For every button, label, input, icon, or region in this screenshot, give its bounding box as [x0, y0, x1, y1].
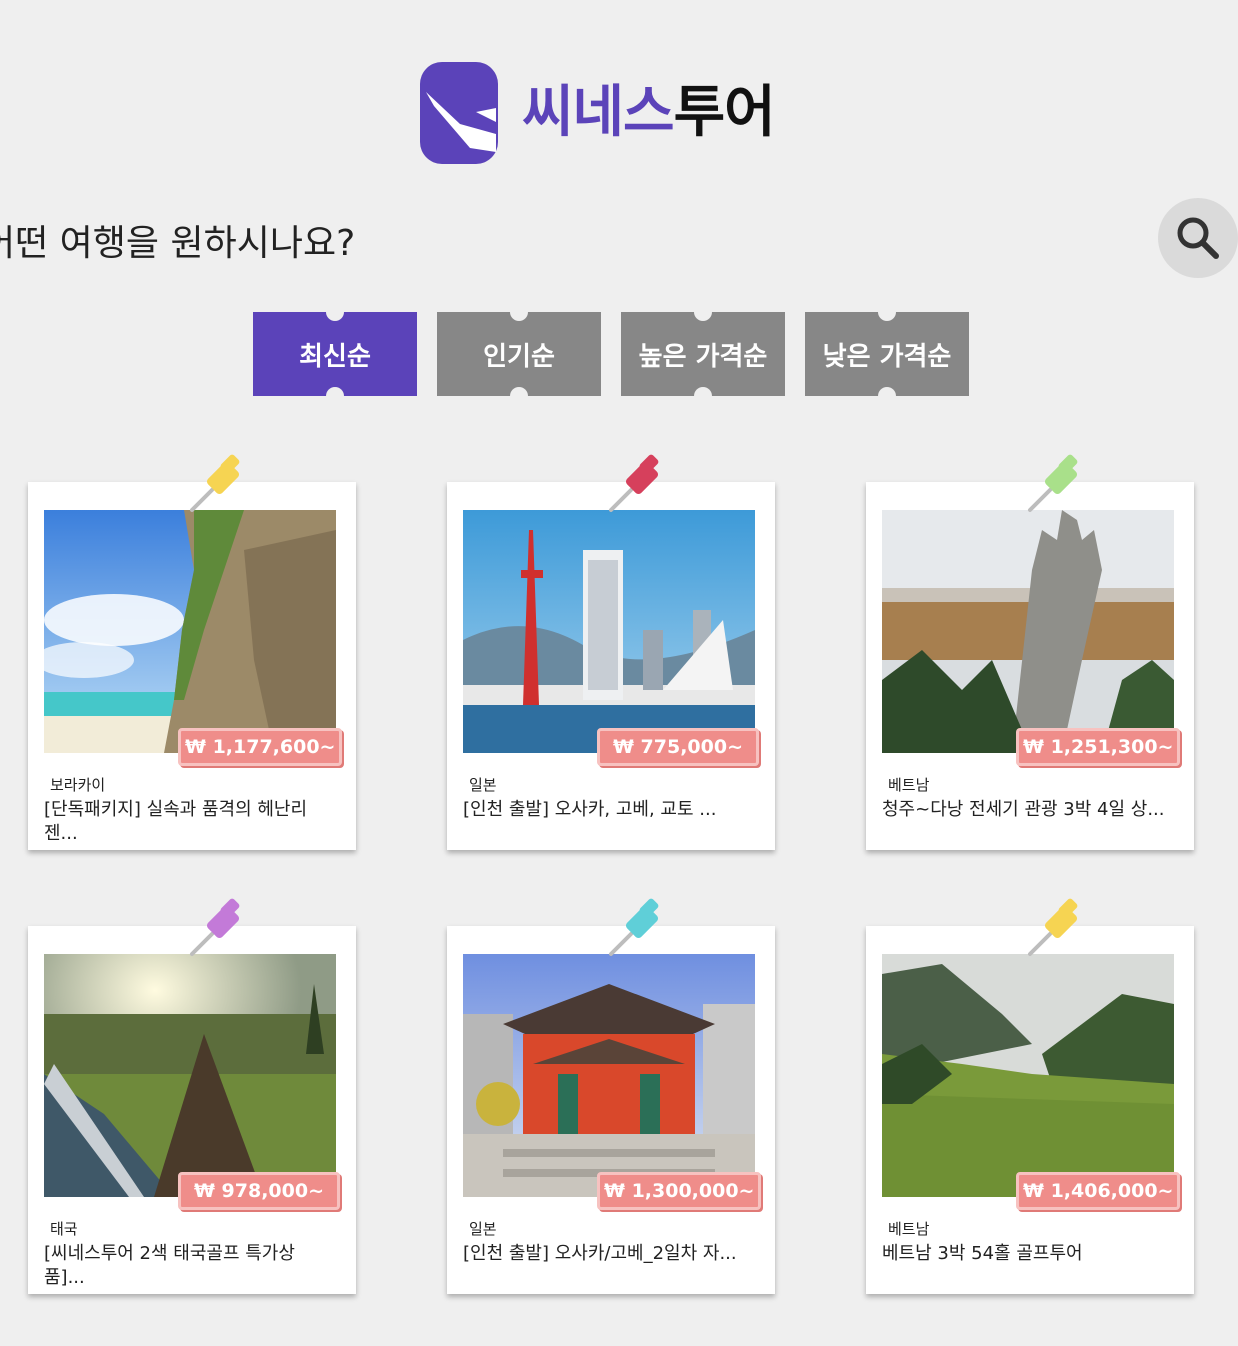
product-image: [882, 510, 1174, 753]
search-prompt[interactable]: 어떤 여행을 원하시나요?: [0, 214, 355, 266]
product-title[interactable]: [단독패키지] 실속과 품격의 헤난리 젠...: [44, 798, 334, 846]
product-image: [44, 510, 336, 753]
product-image: [882, 954, 1174, 1197]
price-tag: ₩ 1,177,600~: [178, 728, 343, 766]
page: 씨네스투어 어떤 여행을 원하시나요? 최신순 인기순 높은 가격순 낮은 가격…: [0, 0, 1238, 1346]
pushpin-icon: [1028, 898, 1078, 956]
product-card[interactable]: ₩ 978,000~ 태국 [씨네스투어 2색 태국골프 특가상 품]...: [28, 898, 356, 1294]
product-image: [463, 510, 755, 753]
price-tag: ₩ 775,000~: [597, 728, 759, 766]
product-title[interactable]: [인천 출발] 오사카, 고베, 교토 ...: [463, 798, 753, 846]
price-tag: ₩ 1,300,000~: [597, 1172, 762, 1210]
product-region: 태국: [50, 1220, 78, 1238]
product-card[interactable]: ₩ 1,300,000~ 일본 [인천 출발] 오사카/고베_2일차 자...: [447, 898, 775, 1294]
product-title[interactable]: [씨네스투어 2색 태국골프 특가상 품]...: [44, 1242, 334, 1290]
price-tag: ₩ 1,406,000~: [1016, 1172, 1181, 1210]
product-title[interactable]: 청주~다낭 전세기 관광 3박 4일 상...: [882, 798, 1172, 846]
brand-name-dark: 투어: [673, 80, 776, 145]
price-tag: ₩ 1,251,300~: [1016, 728, 1181, 766]
brand-name-accent: 씨네스: [522, 80, 675, 145]
tab-price-high[interactable]: 높은 가격순: [621, 303, 785, 405]
product-region: 일본: [469, 1220, 497, 1238]
airplane-logo-icon: [420, 62, 498, 164]
pushpin-icon: [609, 898, 659, 956]
search-button[interactable]: [1158, 198, 1238, 278]
product-image: [44, 954, 336, 1197]
pushpin-icon: [190, 898, 240, 956]
pushpin-icon: [1028, 454, 1078, 512]
tab-latest[interactable]: 최신순: [253, 303, 417, 405]
product-region: 베트남: [888, 776, 930, 794]
product-region: 일본: [469, 776, 497, 794]
product-title[interactable]: [인천 출발] 오사카/고베_2일차 자...: [463, 1242, 753, 1290]
product-region: 베트남: [888, 1220, 930, 1238]
brand-name: 씨네스투어: [522, 85, 776, 141]
product-image: [463, 954, 755, 1197]
pushpin-icon: [190, 454, 240, 512]
brand-logo[interactable]: 씨네스투어: [420, 62, 776, 164]
product-card[interactable]: ₩ 1,406,000~ 베트남 베트남 3박 54홀 골프투어: [866, 898, 1194, 1294]
price-tag: ₩ 978,000~: [178, 1172, 340, 1210]
tab-price-low[interactable]: 낮은 가격순: [805, 303, 969, 405]
product-region: 보라카이: [50, 776, 106, 794]
product-card[interactable]: ₩ 1,177,600~ 보라카이 [단독패키지] 실속과 품격의 헤난리 젠.…: [28, 454, 356, 850]
sort-tabs: 최신순 인기순 높은 가격순 낮은 가격순: [253, 303, 969, 405]
tab-popular[interactable]: 인기순: [437, 303, 601, 405]
product-title[interactable]: 베트남 3박 54홀 골프투어: [882, 1242, 1172, 1290]
search-icon: [1177, 217, 1219, 259]
product-card[interactable]: ₩ 1,251,300~ 베트남 청주~다낭 전세기 관광 3박 4일 상...: [866, 454, 1194, 850]
pushpin-icon: [609, 454, 659, 512]
product-card[interactable]: ₩ 775,000~ 일본 [인천 출발] 오사카, 고베, 교토 ...: [447, 454, 775, 850]
